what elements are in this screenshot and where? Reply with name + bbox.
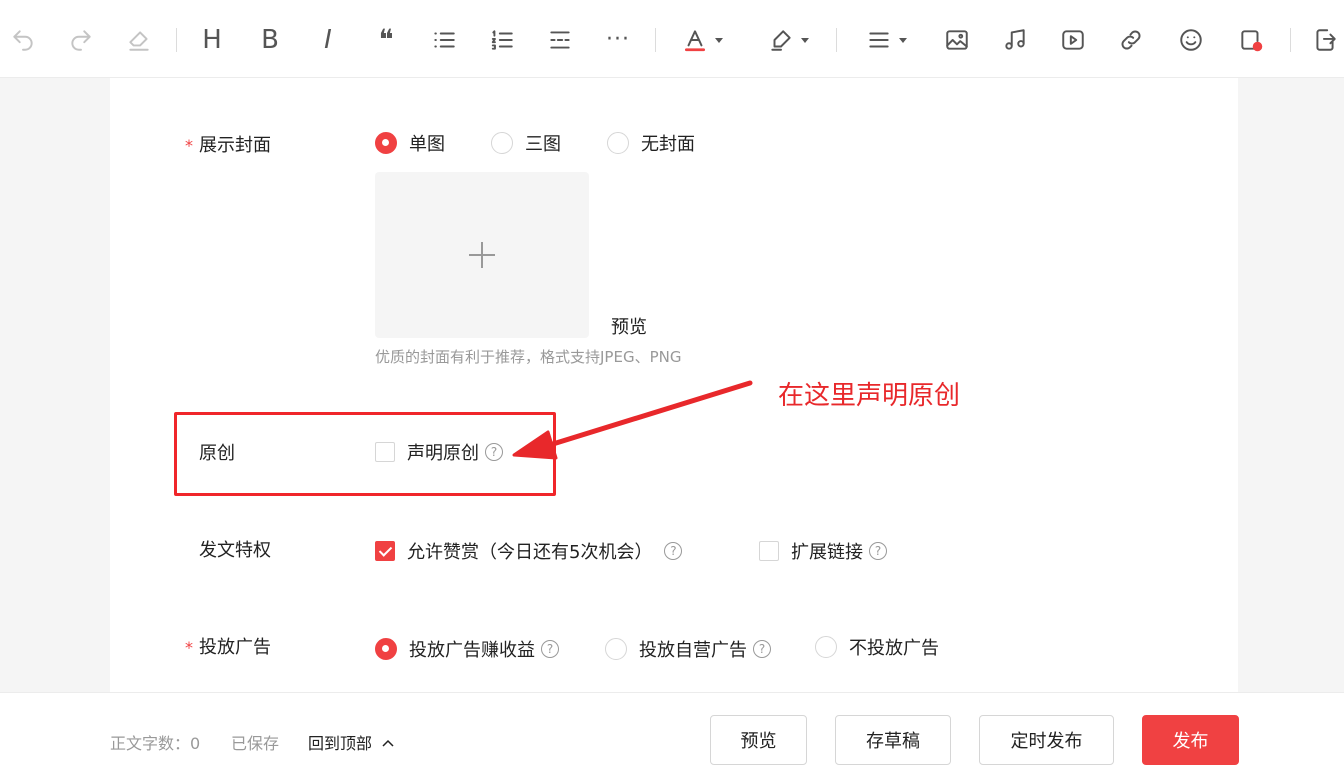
- chevron-up-icon: [382, 739, 394, 747]
- radio-icon: [605, 638, 627, 660]
- bullet-list-icon[interactable]: [426, 22, 462, 58]
- help-icon[interactable]: ?: [541, 640, 559, 658]
- insert-card-icon[interactable]: [1233, 22, 1269, 58]
- ads-option-none[interactable]: 不投放广告: [815, 634, 939, 660]
- extend-link-checkbox[interactable]: 扩展链接 ?: [759, 538, 887, 564]
- back-to-top-link[interactable]: 回到顶部: [308, 730, 395, 754]
- cover-upload-box[interactable]: [375, 172, 589, 338]
- word-count: 正文字数：0: [110, 734, 201, 753]
- required-mark: *: [185, 136, 193, 155]
- radio-icon: [375, 638, 397, 660]
- align-icon[interactable]: [861, 22, 907, 58]
- italic-icon[interactable]: I: [310, 22, 346, 58]
- allow-reward-checkbox[interactable]: 允许赞赏（今日还有5次机会） ?: [375, 538, 683, 564]
- eraser-icon[interactable]: [121, 22, 157, 58]
- checkbox-icon: [759, 541, 779, 561]
- highlight-icon[interactable]: [763, 22, 809, 58]
- toolbar-divider: [1290, 28, 1291, 52]
- settings-panel: [110, 78, 1238, 692]
- cover-option-none[interactable]: 无封面: [607, 130, 695, 156]
- help-icon[interactable]: ?: [753, 640, 771, 658]
- radio-icon: [491, 132, 513, 154]
- redo-icon[interactable]: [63, 22, 99, 58]
- toolbar-divider: [655, 28, 656, 52]
- help-icon[interactable]: ?: [869, 542, 887, 560]
- ads-option-earn[interactable]: 投放广告赚收益 ?: [375, 636, 559, 662]
- plus-icon: [469, 242, 495, 268]
- cover-preview-link[interactable]: 预览: [611, 313, 647, 339]
- radio-icon: [375, 132, 397, 154]
- font-color-icon[interactable]: [677, 22, 723, 58]
- toolbar-divider: [836, 28, 837, 52]
- annotation-text: 在这里声明原创: [778, 381, 961, 411]
- undo-icon[interactable]: [5, 22, 41, 58]
- divider-icon[interactable]: [542, 22, 578, 58]
- cover-hint: 优质的封面有利于推荐，格式支持JPEG、PNG: [375, 348, 682, 366]
- help-icon[interactable]: ?: [664, 542, 683, 560]
- link-icon[interactable]: [1113, 22, 1149, 58]
- emoji-icon[interactable]: [1173, 22, 1209, 58]
- required-mark: *: [185, 638, 193, 657]
- import-doc-icon[interactable]: [1307, 22, 1343, 58]
- image-icon[interactable]: [939, 22, 975, 58]
- cover-option-single[interactable]: 单图: [375, 130, 445, 156]
- preview-button[interactable]: 预览: [710, 715, 807, 765]
- video-icon[interactable]: [1055, 22, 1091, 58]
- chevron-down-icon: [801, 38, 809, 43]
- publish-button[interactable]: 发布: [1142, 715, 1239, 765]
- cover-label: * 展示封面: [185, 135, 271, 156]
- checkbox-icon: [375, 541, 395, 561]
- schedule-publish-button[interactable]: 定时发布: [979, 715, 1114, 765]
- radio-icon: [607, 132, 629, 154]
- toolbar-divider: [176, 28, 177, 52]
- save-draft-button[interactable]: 存草稿: [835, 715, 951, 765]
- numbered-list-icon[interactable]: [484, 22, 520, 58]
- ads-option-self[interactable]: 投放自营广告 ?: [605, 636, 771, 662]
- quote-icon[interactable]: ❝: [368, 22, 404, 58]
- save-status: 已保存: [231, 734, 280, 753]
- audio-icon[interactable]: [997, 22, 1033, 58]
- heading-icon[interactable]: H: [194, 22, 230, 58]
- privileges-label: 发文特权: [199, 540, 271, 561]
- radio-icon: [815, 636, 837, 658]
- annotation-highlight-box: [174, 412, 556, 496]
- bold-icon[interactable]: B: [252, 22, 288, 58]
- chevron-down-icon: [715, 38, 723, 43]
- editor-toolbar: H B I ❝ ···: [0, 0, 1344, 78]
- chevron-down-icon: [899, 38, 907, 43]
- more-icon[interactable]: ···: [600, 22, 636, 58]
- cover-option-three[interactable]: 三图: [491, 130, 561, 156]
- ads-label: * 投放广告: [185, 637, 271, 658]
